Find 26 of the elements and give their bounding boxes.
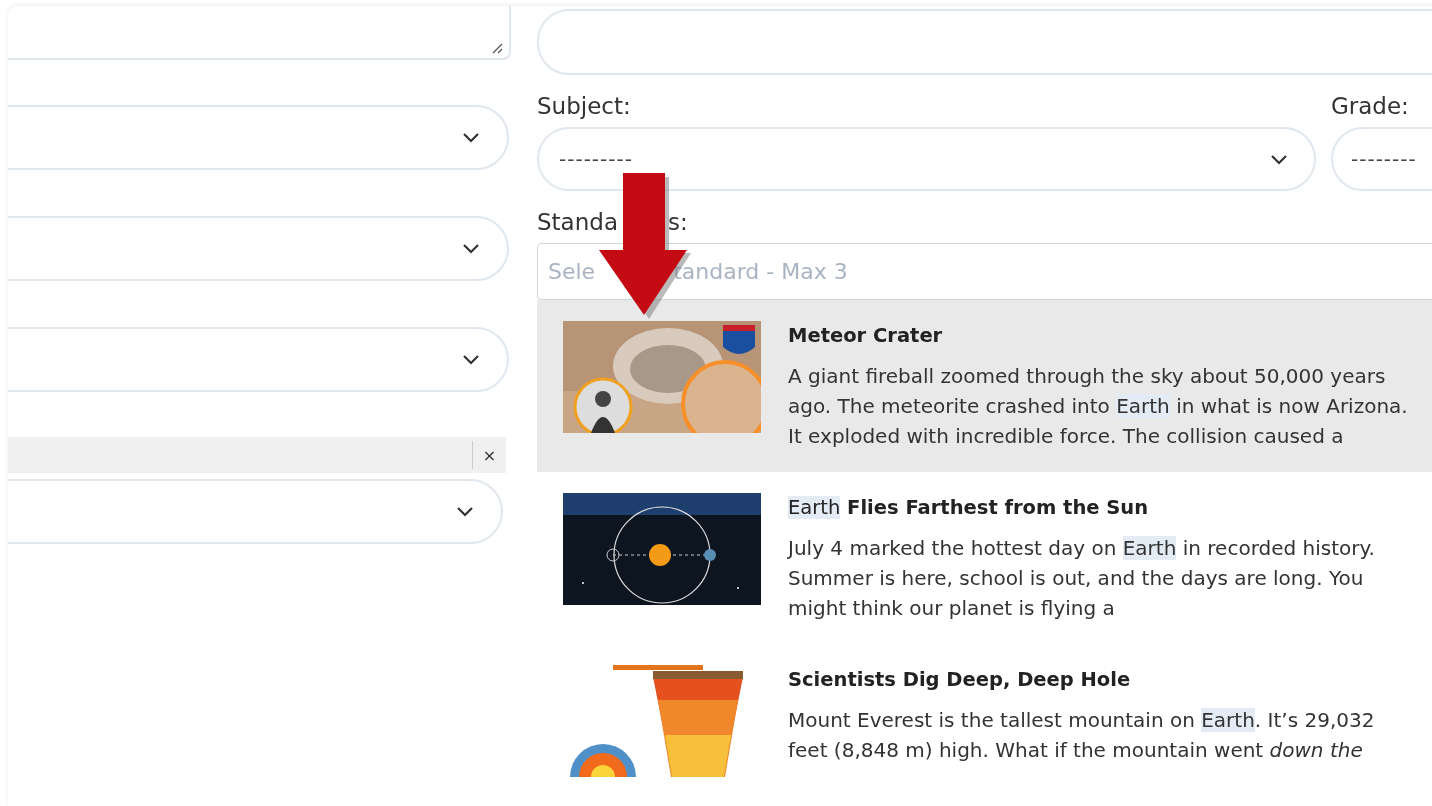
article-title[interactable]: Earth Flies Farthest from the Sun	[788, 496, 1413, 519]
article-title[interactable]: Meteor Crater	[788, 324, 1413, 347]
dropdown-field[interactable]	[8, 327, 509, 392]
chevron-down-icon	[456, 506, 474, 517]
chevron-down-icon	[462, 132, 480, 143]
text-field[interactable]	[537, 9, 1432, 75]
chevron-down-icon	[1270, 153, 1288, 165]
clear-button[interactable]: ×	[472, 441, 506, 469]
article-summary: Mount Everest is the tallest mountain on Earth. It’s 29,032 feet (8,848 m) high. What if the mountain went down the	[788, 707, 1376, 764]
dropdown-field[interactable]	[8, 216, 509, 281]
standards-label: s:	[668, 209, 688, 237]
resize-grip-icon[interactable]	[491, 42, 503, 54]
dropdown-field[interactable]	[8, 479, 503, 544]
article-summary: July 4 marked the hottest day on Earth in recorded history. Summer is here, school is out, and the days are long. You might think our planet is flying a	[788, 535, 1376, 622]
article-summary: A giant fireball zoomed through the sky about 50,000 years ago. The meteorite crashed into Earth in what is now Arizona. It exploded with incredible force. The collision caused a	[788, 363, 1409, 450]
article-item[interactable]: Meteor Crater A giant fireball zoomed through the sky about 50,000 years ago. The meteorite crashed into Earth in what is now Arizona. It exploded with incredible force. The collision caused a	[537, 300, 1432, 472]
article-item[interactable]: Scientists Dig Deep, Deep Hole Mount Everest is the tallest mountain on Earth. It’s 29,032 feet (8,848 m) high. What if the mountain went down the	[537, 644, 1432, 798]
grade-dropdown[interactable]: --------	[1331, 127, 1432, 191]
dropdown-field[interactable]	[8, 105, 509, 170]
standards-label: Standa	[537, 209, 618, 237]
subject-label: Subject:	[537, 93, 632, 121]
chevron-down-icon	[462, 354, 480, 365]
article-title[interactable]: Scientists Dig Deep, Deep Hole	[788, 668, 1413, 691]
article-item[interactable]: Earth Flies Farthest from the Sun July 4 marked the hottest day on Earth in recorded history. Summer is here, school is out, and the days are long. You might think our planet is flying a	[537, 472, 1432, 644]
chevron-down-icon	[462, 243, 480, 254]
grade-label: Grade:	[1331, 93, 1410, 121]
